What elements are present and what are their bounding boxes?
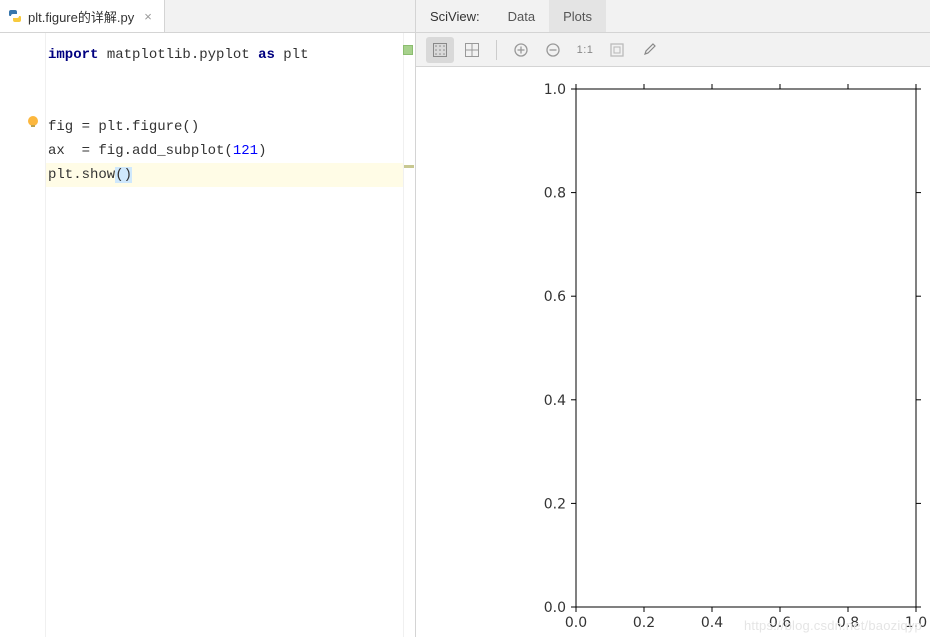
code-line: fig = plt.figure() [46,115,415,139]
editor-panel: plt.figure的详解.py × import matplotlib.pyp… [0,0,416,637]
intention-bulb-icon[interactable] [26,115,40,132]
zoom-in-icon[interactable] [507,37,535,63]
editor-tab[interactable]: plt.figure的详解.py × [0,0,165,32]
code-line: ax = fig.add_subplot(121) [46,139,415,163]
svg-text:0.4: 0.4 [544,393,566,409]
svg-text:0.2: 0.2 [633,615,655,631]
color-picker-icon[interactable] [635,37,663,63]
fit-screen-icon[interactable] [603,37,631,63]
close-tab-icon[interactable]: × [144,9,152,24]
sciview-tab-data[interactable]: Data [494,0,549,32]
editor-tab-filename: plt.figure的详解.py [28,7,134,26]
watermark-text: https://blog.csdn.net/baoziqyp [744,618,922,633]
plot-toolbar: 1:1 [416,33,930,67]
code-line [46,91,415,115]
sciview-title: SciView: [416,0,494,32]
svg-text:0.8: 0.8 [544,186,566,202]
svg-text:0.0: 0.0 [565,615,587,631]
matplotlib-figure: 0.00.20.40.60.81.0 0.00.20.40.60.81.0 [416,77,930,637]
sciview-panel: SciView: Data Plots 1:1 [416,0,930,637]
svg-text:0.0: 0.0 [544,600,566,616]
sciview-tab-plots[interactable]: Plots [549,0,606,32]
sciview-tab-bar: SciView: Data Plots [416,0,930,33]
toolbar-separator [496,40,497,60]
svg-text:1.0: 1.0 [544,82,566,98]
code-line: import matplotlib.pyplot as plt [46,43,415,67]
code-line-current: plt.show() [46,163,415,187]
editor-tab-bar: plt.figure的详解.py × [0,0,415,33]
editor-area: import matplotlib.pyplot as plt fig = pl… [0,33,415,637]
editor-marker-gutter [403,33,415,637]
zoom-actual-size-button[interactable]: 1:1 [571,37,599,63]
grid-dots-icon[interactable] [426,37,454,63]
code-editor[interactable]: import matplotlib.pyplot as plt fig = pl… [46,33,415,637]
plot-canvas[interactable]: 0.00.20.40.60.81.0 0.00.20.40.60.81.0 ht… [416,67,930,637]
svg-text:0.6: 0.6 [544,289,566,305]
app-root: plt.figure的详解.py × import matplotlib.pyp… [0,0,930,637]
editor-gutter [0,33,46,637]
inspection-status-icon[interactable] [403,45,413,55]
svg-text:0.2: 0.2 [544,496,566,512]
marker[interactable] [404,165,414,168]
code-line [46,67,415,91]
zoom-out-icon[interactable] [539,37,567,63]
grid-cells-icon[interactable] [458,37,486,63]
python-file-icon [8,9,22,23]
svg-text:0.4: 0.4 [701,615,723,631]
